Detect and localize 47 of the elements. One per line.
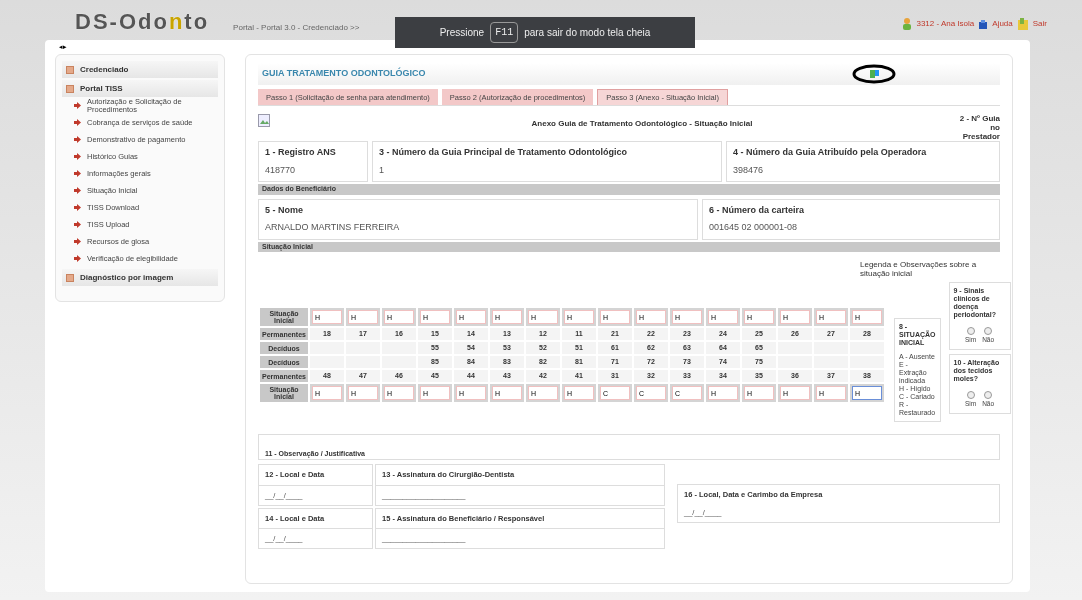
- exit-icon: [1016, 18, 1029, 30]
- key-label: F11: [490, 22, 519, 43]
- document-title: Anexo Guia de Tratamento Odontológico - Situação Inicial: [531, 118, 753, 131]
- arrow-icon: [74, 238, 81, 245]
- sidebar-section[interactable]: Portal TISS: [62, 80, 218, 97]
- help-link[interactable]: Ajuda: [992, 18, 1013, 30]
- guide-number-label: 2 - Nº Guia no Prestador: [958, 114, 1000, 142]
- arrow-icon: [74, 204, 81, 211]
- radio-button[interactable]: [966, 327, 975, 336]
- arrow-icon: [74, 187, 81, 194]
- user-icon: [902, 18, 913, 30]
- square-icon: [66, 273, 74, 282]
- arrow-icon: [74, 136, 81, 143]
- field-value: 1: [379, 163, 385, 177]
- arrow-icon: [74, 153, 81, 160]
- radio-button[interactable]: [984, 327, 993, 336]
- radio-button[interactable]: [966, 391, 975, 399]
- field-label: 5 - Nome: [265, 203, 304, 217]
- breadcrumb: Portal - Portal 3.0 - Credenciado >>: [233, 22, 360, 34]
- field-label: 6 - Número da carteira: [709, 203, 806, 217]
- circled-icon[interactable]: [852, 64, 896, 84]
- square-icon: [66, 84, 74, 93]
- field-value: 398476: [733, 163, 765, 177]
- field-label: 3 - Número da Guia Principal de Tratamento Odontológico: [379, 146, 629, 160]
- field-value: 418770: [265, 163, 297, 177]
- user-link[interactable]: 3312 - Ana Isola: [916, 18, 975, 30]
- toast-text: Pressione: [439, 26, 485, 40]
- field-label: 1 - Registro ANS: [265, 146, 337, 160]
- logo: DS-Odonto: [75, 8, 210, 36]
- sidebar-section[interactable]: Credenciado: [62, 61, 218, 78]
- help-icon: [978, 19, 989, 29]
- arrow-icon: [74, 221, 81, 228]
- legend-title: Legenda e Observações sobre a situação inicial: [860, 260, 978, 279]
- square-icon: [66, 65, 74, 74]
- broken-image-icon: [258, 114, 270, 128]
- field-value: ARNALDO MARTINS FERREIRA: [265, 221, 401, 235]
- page-title: GUIA TRATAMENTO ODONTOLÓGICO: [262, 67, 426, 81]
- exit-link[interactable]: Sair: [1032, 18, 1047, 30]
- field-label: 4 - Número da Guia Atribuído pela Operadora: [733, 146, 928, 160]
- field-value: 001645 02 000001-08: [709, 221, 799, 235]
- arrow-icon: [74, 255, 81, 262]
- arrow-icon: [74, 119, 81, 126]
- radio-button[interactable]: [984, 391, 993, 399]
- arrow-icon: [74, 170, 81, 177]
- arrow-icon: [74, 102, 81, 109]
- toast-text: para sair do modo tela cheia: [524, 26, 651, 40]
- sidebar-section[interactable]: Diagnóstico por imagem: [62, 269, 218, 286]
